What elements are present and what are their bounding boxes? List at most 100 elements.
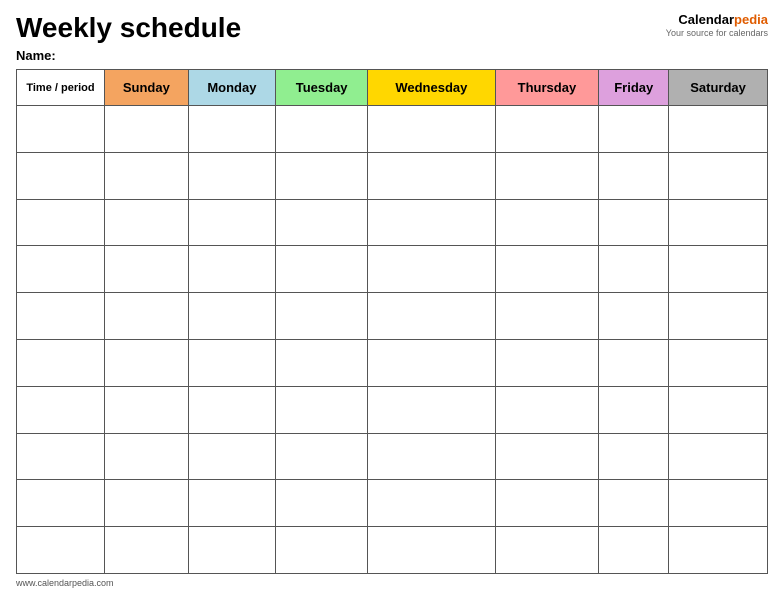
header: Weekly schedule Calendarpedia Your sourc…: [16, 12, 768, 44]
table-header-row: Time / period Sunday Monday Tuesday Wedn…: [17, 70, 768, 106]
time-cell: [17, 386, 105, 433]
logo-calendar: Calendar: [678, 12, 734, 27]
wednesday-cell[interactable]: [368, 339, 495, 386]
sunday-cell[interactable]: [105, 433, 189, 480]
tuesday-cell[interactable]: [276, 339, 368, 386]
time-cell: [17, 339, 105, 386]
time-cell: [17, 527, 105, 574]
time-cell: [17, 433, 105, 480]
tuesday-cell[interactable]: [276, 152, 368, 199]
sunday-cell[interactable]: [105, 386, 189, 433]
saturday-cell[interactable]: [669, 293, 768, 340]
friday-cell[interactable]: [599, 246, 669, 293]
wednesday-cell[interactable]: [368, 106, 495, 153]
friday-cell[interactable]: [599, 152, 669, 199]
wednesday-cell[interactable]: [368, 199, 495, 246]
saturday-cell[interactable]: [669, 106, 768, 153]
tuesday-cell[interactable]: [276, 433, 368, 480]
sunday-cell[interactable]: [105, 246, 189, 293]
wednesday-cell[interactable]: [368, 246, 495, 293]
sunday-cell[interactable]: [105, 106, 189, 153]
friday-cell[interactable]: [599, 293, 669, 340]
wednesday-cell[interactable]: [368, 433, 495, 480]
table-row: [17, 527, 768, 574]
page-title: Weekly schedule: [16, 12, 241, 44]
tuesday-cell[interactable]: [276, 527, 368, 574]
wednesday-cell[interactable]: [368, 293, 495, 340]
tuesday-cell[interactable]: [276, 246, 368, 293]
monday-cell[interactable]: [188, 199, 275, 246]
time-period-header: Time / period: [17, 70, 105, 106]
wednesday-cell[interactable]: [368, 386, 495, 433]
table-row: [17, 246, 768, 293]
thursday-cell[interactable]: [495, 199, 599, 246]
monday-cell[interactable]: [188, 106, 275, 153]
monday-cell[interactable]: [188, 339, 275, 386]
time-cell: [17, 106, 105, 153]
table-row: [17, 433, 768, 480]
wednesday-cell[interactable]: [368, 152, 495, 199]
friday-cell[interactable]: [599, 106, 669, 153]
saturday-cell[interactable]: [669, 480, 768, 527]
sunday-cell[interactable]: [105, 199, 189, 246]
table-row: [17, 480, 768, 527]
sunday-cell[interactable]: [105, 152, 189, 199]
footer: www.calendarpedia.com: [16, 578, 768, 588]
saturday-cell[interactable]: [669, 152, 768, 199]
sunday-header: Sunday: [105, 70, 189, 106]
thursday-cell[interactable]: [495, 152, 599, 199]
friday-cell[interactable]: [599, 339, 669, 386]
thursday-cell[interactable]: [495, 433, 599, 480]
tuesday-header: Tuesday: [276, 70, 368, 106]
thursday-cell[interactable]: [495, 293, 599, 340]
saturday-cell[interactable]: [669, 339, 768, 386]
thursday-cell[interactable]: [495, 246, 599, 293]
schedule-table: Time / period Sunday Monday Tuesday Wedn…: [16, 69, 768, 574]
friday-cell[interactable]: [599, 199, 669, 246]
tuesday-cell[interactable]: [276, 293, 368, 340]
thursday-cell[interactable]: [495, 527, 599, 574]
tuesday-cell[interactable]: [276, 106, 368, 153]
thursday-cell[interactable]: [495, 339, 599, 386]
logo-pedia: pedia: [734, 12, 768, 27]
monday-cell[interactable]: [188, 480, 275, 527]
logo-area: Calendarpedia Your source for calendars: [666, 12, 768, 38]
schedule-body: [17, 106, 768, 574]
monday-cell[interactable]: [188, 246, 275, 293]
friday-cell[interactable]: [599, 433, 669, 480]
saturday-cell[interactable]: [669, 199, 768, 246]
sunday-cell[interactable]: [105, 480, 189, 527]
friday-cell[interactable]: [599, 527, 669, 574]
monday-cell[interactable]: [188, 433, 275, 480]
friday-cell[interactable]: [599, 386, 669, 433]
sunday-cell[interactable]: [105, 293, 189, 340]
time-cell: [17, 480, 105, 527]
table-row: [17, 152, 768, 199]
saturday-cell[interactable]: [669, 386, 768, 433]
monday-cell[interactable]: [188, 152, 275, 199]
thursday-cell[interactable]: [495, 106, 599, 153]
table-row: [17, 339, 768, 386]
tuesday-cell[interactable]: [276, 386, 368, 433]
friday-cell[interactable]: [599, 480, 669, 527]
sunday-cell[interactable]: [105, 339, 189, 386]
tuesday-cell[interactable]: [276, 480, 368, 527]
thursday-cell[interactable]: [495, 386, 599, 433]
monday-cell[interactable]: [188, 293, 275, 340]
saturday-cell[interactable]: [669, 246, 768, 293]
wednesday-cell[interactable]: [368, 480, 495, 527]
table-row: [17, 386, 768, 433]
time-cell: [17, 293, 105, 340]
sunday-cell[interactable]: [105, 527, 189, 574]
saturday-cell[interactable]: [669, 527, 768, 574]
tuesday-cell[interactable]: [276, 199, 368, 246]
saturday-cell[interactable]: [669, 433, 768, 480]
thursday-cell[interactable]: [495, 480, 599, 527]
saturday-header: Saturday: [669, 70, 768, 106]
page: Weekly schedule Calendarpedia Your sourc…: [0, 0, 784, 600]
wednesday-cell[interactable]: [368, 527, 495, 574]
monday-cell[interactable]: [188, 527, 275, 574]
time-cell: [17, 152, 105, 199]
monday-cell[interactable]: [188, 386, 275, 433]
logo-sub: Your source for calendars: [666, 28, 768, 39]
